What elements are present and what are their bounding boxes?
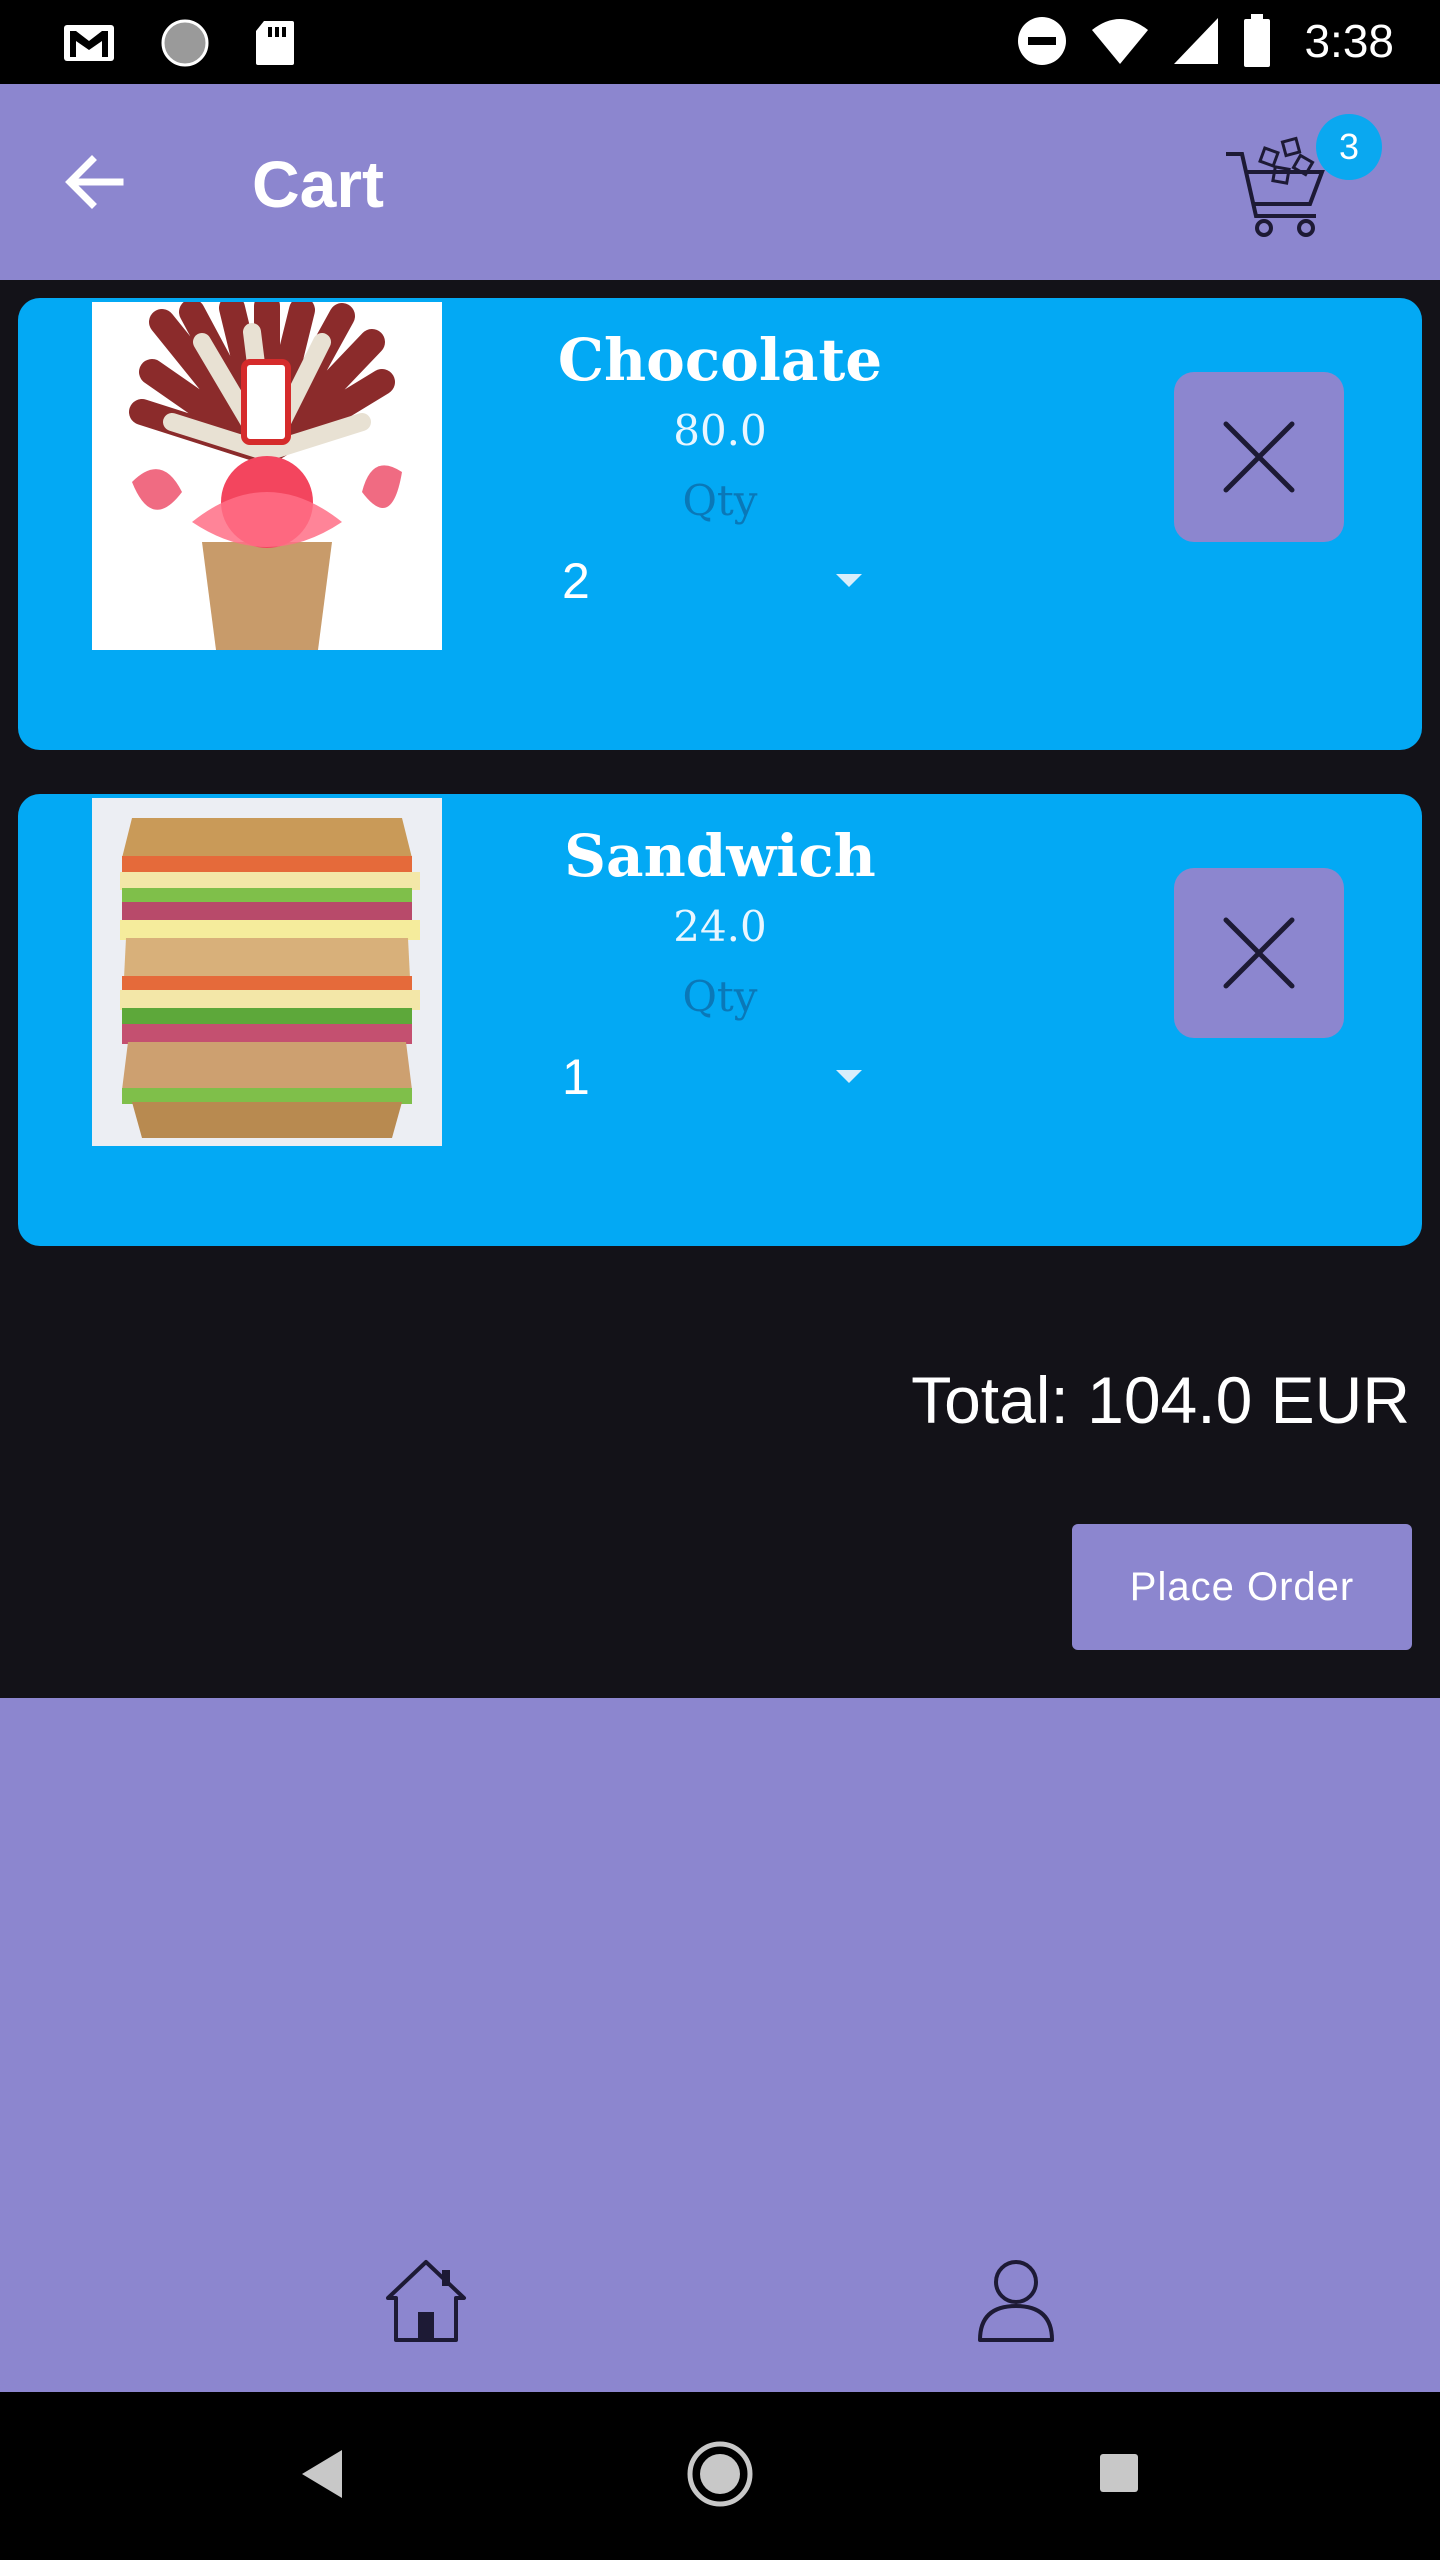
page-title: Cart	[252, 147, 385, 221]
wifi-icon	[1092, 19, 1149, 64]
close-icon	[1223, 421, 1295, 493]
circle-icon	[161, 19, 209, 67]
remove-item-button[interactable]	[1174, 372, 1344, 542]
nav-profile-button[interactable]	[970, 2254, 1062, 2346]
qty-dropdown[interactable]: 1	[542, 1040, 882, 1110]
gmail-icon	[64, 25, 114, 61]
status-time: 3:38	[1304, 15, 1394, 67]
profile-icon	[978, 2260, 1054, 2342]
caret-down-icon	[836, 1070, 862, 1083]
system-navigation-bar	[0, 2392, 1440, 2560]
signal-icon	[1174, 18, 1219, 64]
place-order-button[interactable]: Place Order	[1072, 1524, 1412, 1650]
bottom-navigation	[0, 1698, 1440, 2392]
back-triangle-icon[interactable]	[296, 2446, 348, 2502]
cart-item-card: Sandwich 24.0 Qty 1	[18, 794, 1422, 1246]
cart-badge: 3	[1316, 114, 1382, 180]
do-not-disturb-icon	[1018, 17, 1067, 65]
cart-item-card: Chocolate 80.0 Qty 2	[18, 298, 1422, 750]
remove-item-button[interactable]	[1174, 868, 1344, 1038]
arrow-left-icon	[65, 155, 124, 209]
status-bar: 3:38	[0, 0, 1440, 84]
nav-home-button[interactable]	[380, 2254, 472, 2346]
battery-icon	[1244, 14, 1271, 67]
qty-dropdown[interactable]: 2	[542, 544, 882, 614]
sd-card-icon	[256, 21, 294, 65]
close-icon	[1223, 917, 1295, 989]
status-right-icons: 3:38	[1016, 14, 1394, 68]
order-total: Total: 104.0 EUR	[911, 1363, 1410, 1437]
app-bar: Cart 3	[0, 84, 1440, 280]
back-button[interactable]	[58, 144, 134, 220]
qty-value: 1	[562, 1049, 590, 1105]
recents-square-icon[interactable]	[1096, 2450, 1142, 2496]
qty-value: 2	[562, 553, 590, 609]
caret-down-icon	[836, 574, 862, 587]
home-circle-icon[interactable]	[686, 2440, 754, 2508]
status-left-icons	[62, 18, 296, 68]
home-icon	[386, 2260, 466, 2342]
